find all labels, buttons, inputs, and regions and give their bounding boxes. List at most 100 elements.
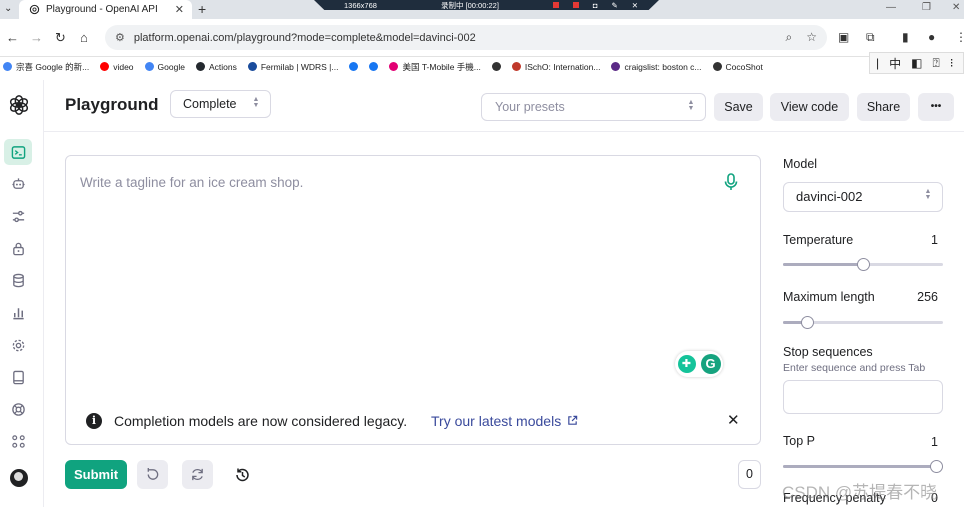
slider-handle[interactable]: [930, 460, 943, 473]
recorder-pause-icon[interactable]: [572, 2, 579, 8]
openai-favicon-icon: [29, 4, 40, 15]
max-length-slider[interactable]: [783, 316, 943, 329]
mode-value: Complete: [183, 97, 237, 111]
mode-select[interactable]: Complete ▲ ▼: [170, 90, 271, 118]
recorder-resolution: 1366x768: [344, 0, 377, 10]
ime-panel-icon[interactable]: ◧: [911, 56, 922, 70]
bookmark-favicon-icon: [491, 62, 501, 71]
more-options-button[interactable]: •••: [918, 93, 954, 121]
stop-sequences-label: Stop sequences: [783, 345, 873, 359]
bar-chart-icon: [12, 307, 24, 319]
presets-placeholder: Your presets: [495, 100, 565, 114]
menu-kebab-icon[interactable]: ⋮: [955, 30, 964, 44]
view-code-button[interactable]: View code: [770, 93, 849, 121]
sidebar-item-docs[interactable]: [9, 368, 27, 386]
site-info-icon[interactable]: ⚙: [115, 31, 125, 44]
temperature-value[interactable]: 1: [931, 233, 938, 247]
prompt-placeholder[interactable]: Write a tagline for an ice cream shop.: [80, 175, 303, 190]
forward-icon[interactable]: →: [30, 30, 43, 45]
recorder-camera-icon[interactable]: ◘: [593, 1, 598, 10]
sidebar-item-help[interactable]: [9, 400, 27, 418]
stop-sequences-input[interactable]: [783, 380, 943, 414]
side-panel-icon[interactable]: ▮: [902, 30, 909, 44]
grammarly-g-icon[interactable]: G: [700, 354, 721, 374]
share-button[interactable]: Share: [857, 93, 910, 121]
extensions-puzzle-icon[interactable]: ⧉: [866, 30, 875, 45]
history-icon[interactable]: [234, 467, 250, 483]
sidebar-item-fine-tuning[interactable]: [9, 207, 27, 225]
book-icon: [12, 370, 24, 384]
top-p-slider[interactable]: [783, 460, 943, 473]
bookmark-item[interactable]: Fermilab | WDRS |...: [247, 62, 338, 72]
undo-icon: [147, 467, 159, 480]
bookmark-item[interactable]: Google: [144, 62, 185, 72]
regenerate-button[interactable]: [182, 460, 213, 489]
new-tab-icon[interactable]: +: [198, 1, 206, 17]
slider-handle[interactable]: [801, 316, 814, 329]
microphone-icon[interactable]: [724, 173, 738, 191]
tab-search-chevron-icon[interactable]: ⌄: [4, 3, 12, 14]
tab-title: Playground - OpenAI API: [46, 4, 158, 15]
browser-tab[interactable]: Playground - OpenAI API ✕: [19, 0, 192, 19]
ime-more-icon[interactable]: ⁝: [950, 56, 954, 70]
bookmark-item[interactable]: Actions: [195, 62, 237, 72]
notice-close-icon[interactable]: ✕: [727, 411, 740, 429]
ime-tool-icon[interactable]: ⍰: [932, 56, 939, 71]
openai-logo-icon[interactable]: [8, 94, 30, 116]
bookmark-item[interactable]: [349, 62, 359, 71]
home-icon[interactable]: ⌂: [80, 30, 88, 45]
url-text[interactable]: platform.openai.com/playground?mode=comp…: [134, 32, 476, 44]
csdn-watermark: CSDN @苏堤春不晓: [782, 483, 938, 502]
tab-close-icon[interactable]: ✕: [175, 3, 184, 16]
recorder-stop-icon[interactable]: [552, 2, 559, 8]
address-bar[interactable]: ⚙ platform.openai.com/playground?mode=co…: [105, 25, 827, 50]
sidebar-item-storage[interactable]: [9, 271, 27, 289]
recorder-pen-icon[interactable]: ✎: [611, 1, 617, 10]
submit-button[interactable]: Submit: [65, 460, 127, 489]
playground-app: Playground Complete ▲ ▼ Your presets ▲ ▼ S…: [0, 80, 964, 507]
bookmark-item[interactable]: CocoShot: [712, 62, 763, 72]
model-select[interactable]: davinci-002 ▲ ▼: [783, 182, 943, 212]
sidebar-item-usage[interactable]: [9, 303, 27, 321]
user-avatar[interactable]: [10, 469, 28, 487]
bookmark-label: craigslist: boston c...: [624, 61, 702, 72]
link-text[interactable]: Try our latest models: [431, 413, 561, 429]
ime-language[interactable]: 中: [889, 55, 901, 72]
top-p-value[interactable]: 1: [931, 435, 938, 449]
bookmark-star-icon[interactable]: ☆: [806, 30, 817, 45]
back-icon[interactable]: ←: [6, 30, 19, 45]
zoom-icon[interactable]: ⌕: [786, 30, 793, 45]
temperature-slider[interactable]: [783, 258, 943, 271]
recorder-close-icon[interactable]: ✕: [632, 1, 638, 10]
sidebar-item-api-keys[interactable]: [9, 239, 27, 257]
profile-icon[interactable]: ●: [928, 30, 935, 44]
slider-handle[interactable]: [857, 258, 870, 271]
latest-models-link[interactable]: Try our latest models: [431, 413, 578, 429]
grammarly-bulb-icon[interactable]: ✚: [677, 355, 696, 373]
bookmark-item[interactable]: 宗喜 Google 的新...: [3, 61, 89, 73]
minimize-icon[interactable]: —: [886, 2, 896, 13]
presets-select[interactable]: Your presets ▲ ▼: [481, 93, 706, 121]
sidebar-item-apps[interactable]: [9, 432, 27, 450]
bookmark-item[interactable]: ISchO: Internation...: [511, 62, 600, 72]
extension-icon[interactable]: ▣: [838, 30, 849, 44]
grammarly-widget[interactable]: ✚ G: [675, 351, 723, 377]
notice-message: Completion models are now considered leg…: [114, 413, 408, 429]
max-length-value[interactable]: 256: [917, 290, 938, 304]
ime-toolbar: | 中 ◧ ⍰ ⁝: [869, 52, 964, 74]
bookmark-item[interactable]: 美国 T-Mobile 手機...: [389, 61, 481, 73]
bookmark-item[interactable]: video: [100, 62, 134, 72]
bookmark-item[interactable]: craigslist: boston c...: [611, 61, 702, 72]
undo-button[interactable]: [137, 460, 168, 489]
sidebar-item-assistants[interactable]: [9, 175, 27, 193]
sidebar-item-playground[interactable]: [4, 139, 32, 165]
reload-icon[interactable]: ↻: [55, 30, 66, 46]
window-close-icon[interactable]: ✕: [952, 2, 960, 13]
save-button[interactable]: Save: [714, 93, 763, 121]
sidebar-item-settings[interactable]: [9, 336, 27, 354]
bookmark-favicon-icon: [611, 62, 621, 71]
bookmark-item[interactable]: [491, 62, 501, 71]
restore-icon[interactable]: ❐: [922, 2, 931, 13]
bookmark-item[interactable]: [369, 62, 379, 71]
terminal-icon: [11, 145, 25, 159]
